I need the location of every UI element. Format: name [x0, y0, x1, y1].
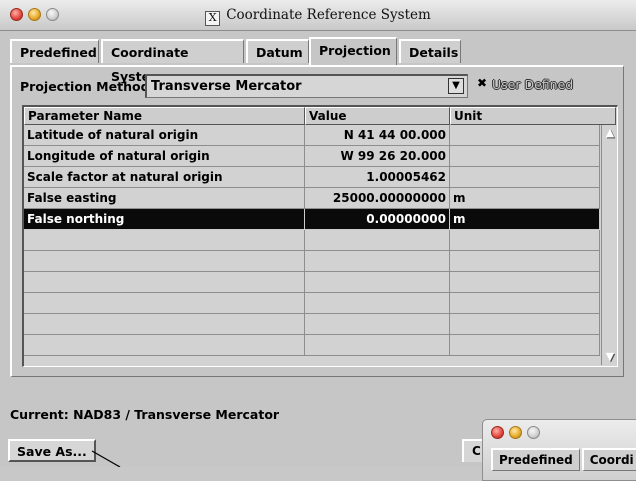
parameter-name-cell: Scale factor at natural origin: [24, 167, 305, 188]
projection-method-label: Projection Method: [20, 79, 150, 94]
table-row[interactable]: [24, 230, 600, 251]
projection-panel: Projection Method Transverse Mercator ▼ …: [10, 65, 624, 377]
table-row[interactable]: Scale factor at natural origin 1.0000546…: [24, 167, 600, 188]
title-bar: X Coordinate Reference System: [0, 0, 636, 31]
value-cell[interactable]: [305, 230, 450, 251]
unit-cell: [450, 272, 600, 293]
table-row[interactable]: Latitude of natural origin N 41 44 00.00…: [24, 125, 600, 146]
secondary-tab-predefined[interactable]: Predefined: [491, 448, 580, 471]
window-title-text: Coordinate Reference System: [226, 7, 431, 23]
value-cell[interactable]: [305, 293, 450, 314]
tab-coordinate-system[interactable]: Coordinate System: [101, 39, 244, 84]
secondary-window[interactable]: Predefined Coordi: [482, 419, 636, 481]
parameter-name-cell: [24, 293, 305, 314]
parameter-name-cell: Longitude of natural origin: [24, 146, 305, 167]
secondary-minimize-button[interactable]: [509, 426, 522, 439]
x11-app-icon: X: [205, 11, 221, 26]
tab-details[interactable]: Details: [399, 39, 461, 63]
table-row[interactable]: [24, 293, 600, 314]
parameter-name-cell: False northing: [24, 209, 305, 230]
value-cell[interactable]: [305, 272, 450, 293]
value-cell[interactable]: [305, 251, 450, 272]
dialog-content: Predefined Coordinate System Datum Proje…: [0, 31, 636, 467]
window-title: X Coordinate Reference System: [0, 7, 636, 26]
projection-method-value: Transverse Mercator: [151, 79, 302, 94]
current-crs-status: Current: NAD83 / Transverse Mercator: [10, 407, 280, 422]
unit-cell: [450, 251, 600, 272]
parameter-name-cell: [24, 314, 305, 335]
value-cell[interactable]: [305, 335, 450, 356]
table-row[interactable]: [24, 272, 600, 293]
unit-cell: [450, 230, 600, 251]
parameter-name-cell: [24, 335, 305, 356]
value-cell[interactable]: 25000.00000000: [305, 188, 450, 209]
column-header-parameter-name[interactable]: Parameter Name: [24, 107, 305, 125]
column-header-value[interactable]: Value: [305, 107, 450, 125]
table-row-selected[interactable]: False northing 0.00000000 m: [24, 209, 600, 230]
save-as-button[interactable]: Save As...: [8, 439, 96, 462]
table-header: Parameter Name Value Unit: [24, 107, 616, 125]
value-cell[interactable]: N 41 44 00.000: [305, 125, 450, 146]
parameter-name-cell: [24, 272, 305, 293]
table-row[interactable]: [24, 314, 600, 335]
scroll-down-arrow-icon[interactable]: ▼: [604, 351, 616, 363]
table-row[interactable]: False easting 25000.00000000 m: [24, 188, 600, 209]
unit-cell: m: [450, 188, 600, 209]
parameter-name-cell: [24, 230, 305, 251]
table-row[interactable]: [24, 335, 600, 356]
chevron-down-icon[interactable]: ▼: [448, 78, 464, 94]
parameter-name-cell: [24, 251, 305, 272]
value-cell[interactable]: 1.00005462: [305, 167, 450, 188]
secondary-zoom-button[interactable]: [527, 426, 540, 439]
projection-method-dropdown[interactable]: Transverse Mercator ▼: [145, 74, 468, 98]
vertical-scrollbar[interactable]: ▲ ▼: [601, 125, 617, 365]
unit-cell: [450, 167, 600, 188]
tab-predefined[interactable]: Predefined: [10, 39, 99, 63]
tab-datum[interactable]: Datum: [246, 39, 309, 63]
value-cell[interactable]: 0.00000000: [305, 209, 450, 230]
secondary-tab-coordinate[interactable]: Coordi: [581, 448, 636, 471]
unit-cell: [450, 293, 600, 314]
unit-cell: [450, 146, 600, 167]
unit-cell: [450, 335, 600, 356]
unit-cell: m: [450, 209, 600, 230]
table-row[interactable]: [24, 251, 600, 272]
value-cell[interactable]: W 99 26 20.000: [305, 146, 450, 167]
parameter-name-cell: Latitude of natural origin: [24, 125, 305, 146]
secondary-close-button[interactable]: [491, 426, 504, 439]
value-cell[interactable]: [305, 314, 450, 335]
tab-projection[interactable]: Projection: [309, 37, 397, 65]
parameter-name-cell: False easting: [24, 188, 305, 209]
user-defined-label: User Defined: [492, 77, 574, 92]
user-defined-checkbox[interactable]: ✖: [477, 77, 488, 89]
table-row[interactable]: Longitude of natural origin W 99 26 20.0…: [24, 146, 600, 167]
parameter-table: Parameter Name Value Unit Latitude of na…: [22, 105, 618, 367]
unit-cell: [450, 314, 600, 335]
unit-cell: [450, 125, 600, 146]
scroll-up-arrow-icon[interactable]: ▲: [604, 127, 616, 139]
column-header-unit[interactable]: Unit: [450, 107, 616, 125]
